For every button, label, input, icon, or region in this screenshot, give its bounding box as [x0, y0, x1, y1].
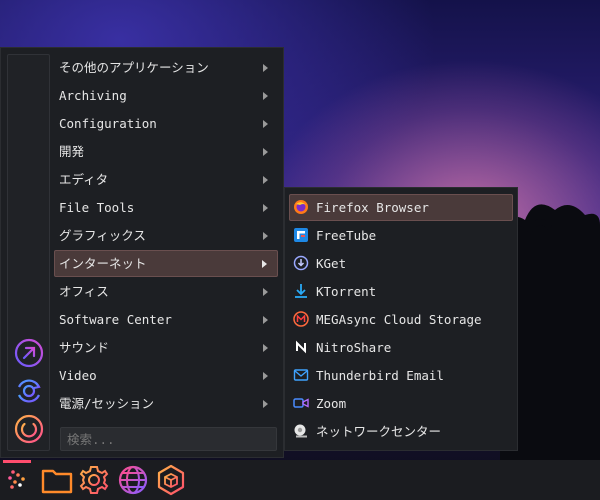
folder-icon[interactable] [40, 463, 74, 497]
app-launcher-icon[interactable] [1, 463, 35, 497]
package-icon[interactable] [154, 463, 188, 497]
category-label: Software Center [59, 312, 172, 327]
firefox-icon [293, 199, 309, 215]
category-sound[interactable]: サウンド [54, 334, 278, 361]
app-kget[interactable]: KGet [289, 250, 513, 277]
submenu-arrow-icon [262, 259, 267, 268]
submenu-arrow-icon [263, 231, 268, 240]
submenu-arrow-icon [263, 315, 268, 324]
category-video[interactable]: Video [54, 362, 278, 389]
category-label: 開発 [59, 144, 85, 159]
app-label: NitroShare [316, 340, 392, 355]
category-graphics[interactable]: グラフィックス [54, 222, 278, 249]
category-label: その他のアプリケーション [59, 60, 209, 75]
category-label: 電源/セッション [59, 396, 155, 411]
category-archiving[interactable]: Archiving [54, 82, 278, 109]
app-megasync[interactable]: MEGAsync Cloud Storage [289, 306, 513, 333]
refresh-icon[interactable] [13, 375, 45, 407]
network-center-icon [293, 423, 309, 439]
category-label: Video [59, 368, 97, 383]
category-file-tools[interactable]: File Tools [54, 194, 278, 221]
browser-globe-icon[interactable] [116, 463, 150, 497]
freetube-icon [293, 227, 309, 243]
settings-gear-icon[interactable] [77, 463, 111, 497]
submenu-arrow-icon [263, 399, 268, 408]
app-nitroshare[interactable]: NitroShare [289, 334, 513, 361]
submenu-arrow-icon [263, 371, 268, 380]
submenu-arrow-icon [263, 119, 268, 128]
search-input[interactable] [60, 427, 277, 451]
power-icon[interactable] [13, 413, 45, 445]
taskbar [0, 460, 600, 500]
category-label: オフィス [59, 284, 109, 299]
category-software-center[interactable]: Software Center [54, 306, 278, 333]
app-label: KGet [316, 256, 347, 271]
submenu-arrow-icon [263, 63, 268, 72]
app-label: Thunderbird Email [316, 368, 444, 383]
category-label: Archiving [59, 88, 127, 103]
internet-submenu: Firefox Browser FreeTube KGet KTorrent M… [284, 187, 518, 451]
ktorrent-icon [293, 283, 309, 299]
submenu-arrow-icon [263, 343, 268, 352]
nitroshare-icon [293, 339, 309, 355]
category-office[interactable]: オフィス [54, 278, 278, 305]
app-label: FreeTube [316, 228, 377, 243]
submenu-arrow-icon [263, 91, 268, 100]
app-label: MEGAsync Cloud Storage [316, 312, 482, 327]
category-label: Configuration [59, 116, 157, 131]
submenu-arrow-icon [263, 175, 268, 184]
app-label: KTorrent [316, 284, 377, 299]
kget-icon [293, 255, 309, 271]
zoom-icon [293, 395, 309, 411]
app-label: Firefox Browser [316, 200, 429, 215]
category-configuration[interactable]: Configuration [54, 110, 278, 137]
category-label: サウンド [59, 340, 110, 355]
thunderbird-icon [293, 367, 309, 383]
launcher-side-rail [7, 54, 50, 451]
app-thunderbird[interactable]: Thunderbird Email [289, 362, 513, 389]
app-label: ネットワークセンター [316, 424, 442, 439]
submenu-arrow-icon [263, 287, 268, 296]
submenu-arrow-icon [263, 147, 268, 156]
category-editors[interactable]: エディタ [54, 166, 278, 193]
submenu-arrow-icon [263, 203, 268, 212]
category-development[interactable]: 開発 [54, 138, 278, 165]
app-network-center[interactable]: ネットワークセンター [289, 418, 513, 445]
app-launcher-menu: その他のアプリケーション Archiving Configuration 開発 … [0, 47, 284, 458]
category-label: グラフィックス [59, 228, 146, 243]
launch-icon[interactable] [13, 337, 45, 369]
category-internet[interactable]: インターネット [54, 250, 278, 277]
category-label: エディタ [59, 172, 109, 187]
app-firefox[interactable]: Firefox Browser [289, 194, 513, 221]
app-ktorrent[interactable]: KTorrent [289, 278, 513, 305]
category-label: インターネット [59, 256, 147, 271]
category-other-apps[interactable]: その他のアプリケーション [54, 54, 278, 81]
app-zoom[interactable]: Zoom [289, 390, 513, 417]
app-label: Zoom [316, 396, 347, 411]
category-power-session[interactable]: 電源/セッション [54, 390, 278, 417]
app-freetube[interactable]: FreeTube [289, 222, 513, 249]
megasync-icon [293, 311, 309, 327]
category-label: File Tools [59, 200, 135, 215]
